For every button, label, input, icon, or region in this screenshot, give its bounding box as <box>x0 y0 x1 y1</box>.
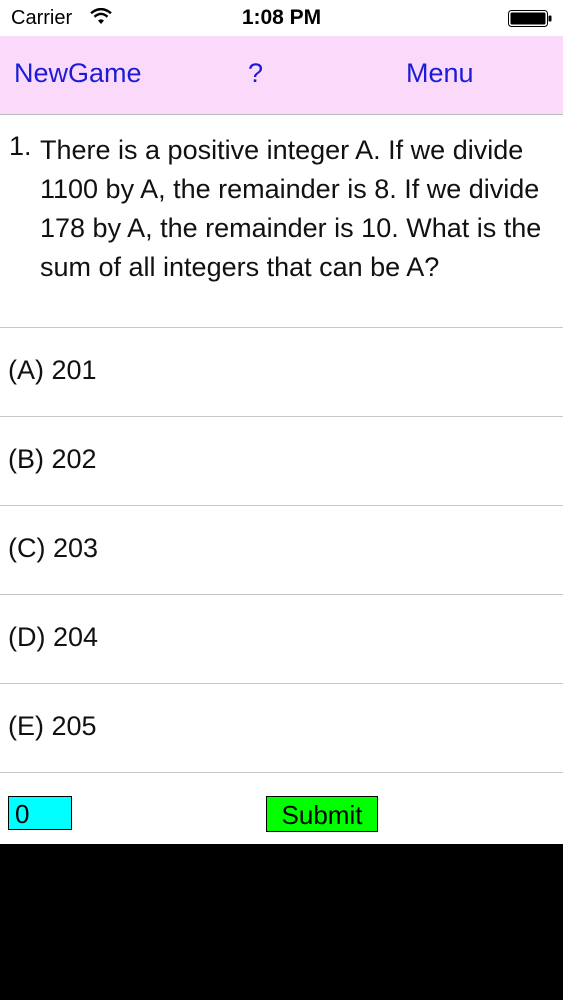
answer-label: (D) 204 <box>8 622 99 652</box>
answer-option-d[interactable]: (D) 204 <box>0 595 563 684</box>
menu-button[interactable]: Menu <box>406 58 474 89</box>
answer-list: (A) 201 (B) 202 (C) 203 (D) 204 (E) 205 <box>0 327 563 773</box>
status-bar: Carrier 1:08 PM <box>0 0 563 36</box>
score-field: 0 <box>8 796 72 830</box>
phone-screen: Carrier 1:08 PM NewGame ? Menu 1. There … <box>0 0 563 1000</box>
new-game-button[interactable]: NewGame <box>14 58 142 89</box>
bottom-bar: 0 Submit <box>0 774 563 844</box>
nav-bar: NewGame ? Menu <box>0 36 563 114</box>
answer-label: (B) 202 <box>8 444 97 474</box>
answer-label: (E) 205 <box>8 711 97 741</box>
answer-option-e[interactable]: (E) 205 <box>0 684 563 773</box>
answer-option-c[interactable]: (C) 203 <box>0 506 563 595</box>
answer-label: (C) 203 <box>8 533 99 563</box>
app-container: Carrier 1:08 PM NewGame ? Menu 1. There … <box>0 0 563 844</box>
clock: 1:08 PM <box>241 6 322 29</box>
answer-option-a[interactable]: (A) 201 <box>0 328 563 417</box>
question-number: 1. <box>9 131 32 161</box>
answer-label: (A) 201 <box>8 355 97 385</box>
question-text: There is a positive integer A. If we div… <box>40 135 542 282</box>
question-panel: 1. There is a positive integer A. If we … <box>0 114 563 328</box>
help-button[interactable]: ? <box>248 58 263 89</box>
battery-icon <box>508 10 552 27</box>
answer-option-b[interactable]: (B) 202 <box>0 417 563 506</box>
submit-button[interactable]: Submit <box>266 796 378 832</box>
